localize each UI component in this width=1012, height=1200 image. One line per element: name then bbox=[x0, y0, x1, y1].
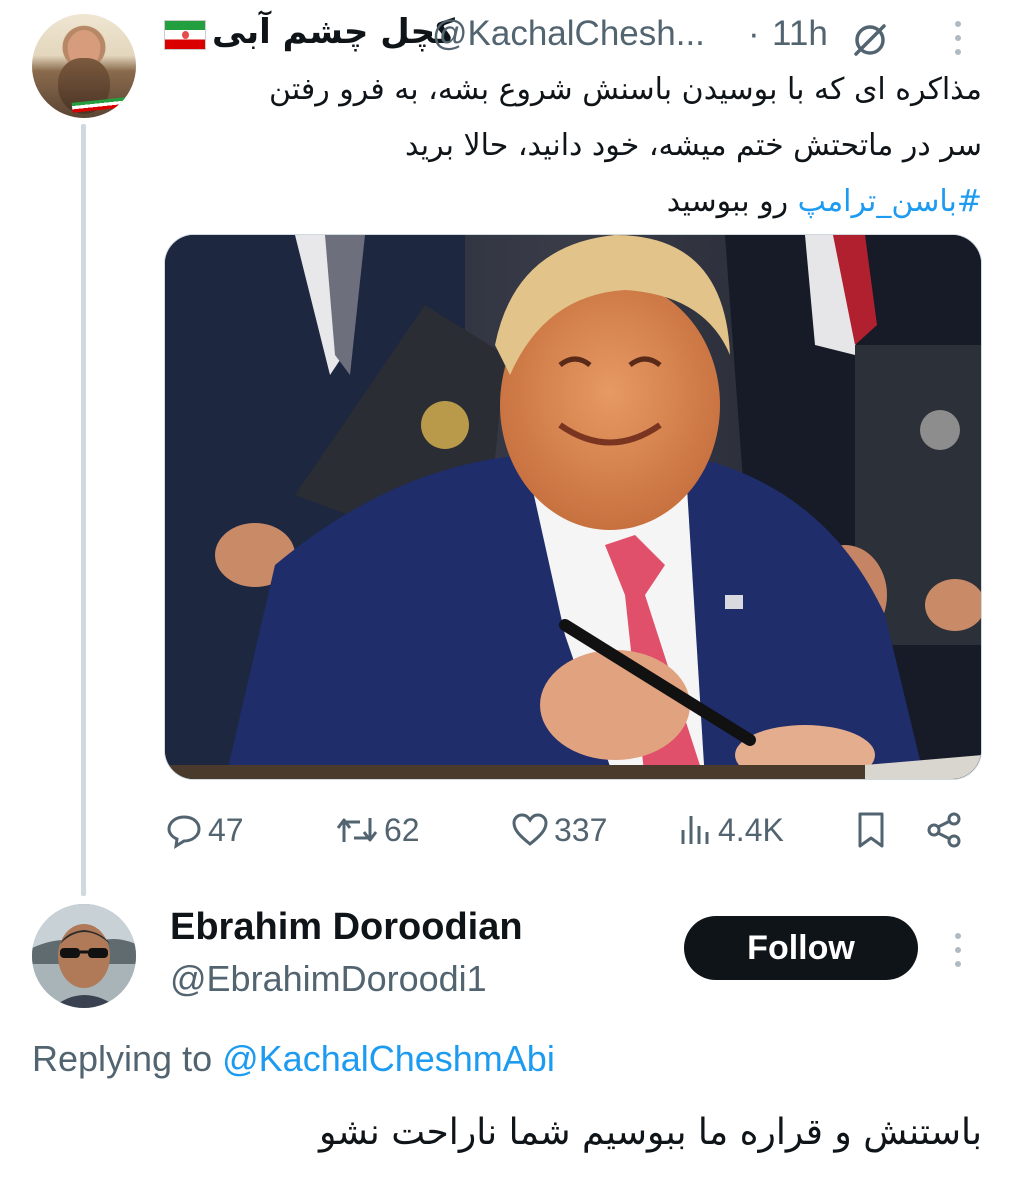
iran-flag-icon bbox=[164, 20, 206, 50]
reply-icon bbox=[167, 815, 201, 849]
bookmark-icon bbox=[858, 812, 884, 848]
grok-icon[interactable] bbox=[850, 20, 890, 60]
bookmark-button[interactable] bbox=[854, 800, 888, 860]
more-options-icon[interactable] bbox=[950, 930, 966, 970]
author-avatar[interactable] bbox=[32, 14, 136, 118]
author-handle[interactable]: @KachalChesh... bbox=[432, 14, 705, 54]
thread-line bbox=[81, 124, 86, 896]
like-button[interactable]: 337 bbox=[510, 800, 607, 860]
repost-icon bbox=[336, 818, 378, 842]
replying-to-mention[interactable]: @KachalCheshmAbi bbox=[222, 1038, 555, 1079]
share-icon bbox=[927, 812, 961, 848]
views-button[interactable]: 4.4K bbox=[678, 800, 784, 860]
tweet-text-line: مذاکره ای که با بوسیدن باسنش شروع بشه، ب… bbox=[269, 72, 982, 107]
follow-button[interactable]: Follow bbox=[684, 916, 918, 980]
repost-count: 62 bbox=[384, 811, 420, 848]
author-display-name[interactable]: کچل چشم آبی bbox=[212, 12, 455, 52]
tweet-text-line-3: #باسن_ترامپ رو ببوسید bbox=[180, 174, 982, 230]
replying-prefix: Replying to bbox=[32, 1038, 213, 1079]
views-icon bbox=[681, 816, 709, 844]
tweet-actions: 47 62 337 4.4K bbox=[164, 800, 982, 860]
views-count: 4.4K bbox=[718, 811, 784, 848]
repost-button[interactable]: 62 bbox=[334, 800, 420, 860]
reply-button[interactable]: 47 bbox=[164, 800, 244, 860]
more-options-icon[interactable] bbox=[950, 18, 966, 58]
replying-to: Replying to @KachalCheshmAbi bbox=[32, 1038, 555, 1080]
reply-author-handle[interactable]: @EbrahimDoroodi1 bbox=[170, 958, 487, 1000]
tweet-text-tail: رو ببوسید bbox=[666, 184, 789, 219]
hashtag-link[interactable]: #باسن_ترامپ bbox=[798, 184, 982, 219]
heart-icon bbox=[512, 813, 548, 846]
tweet-text: مذاکره ای که با بوسیدن باسنش شروع بشه، ب… bbox=[180, 62, 982, 230]
like-count: 337 bbox=[554, 811, 608, 848]
share-button[interactable] bbox=[924, 800, 964, 860]
tweet-text-line: سر در ماتحتش ختم میشه، خود دانید، حالا ب… bbox=[405, 128, 982, 163]
reply-text: باستنش و قراره ما ببوسیم شما ناراحت نشو bbox=[319, 1112, 982, 1153]
tweet-photo[interactable] bbox=[164, 234, 982, 780]
reply-author-name[interactable]: Ebrahim Doroodian bbox=[170, 906, 523, 949]
reply-count: 47 bbox=[208, 811, 244, 848]
reply-author-avatar[interactable] bbox=[32, 904, 136, 1008]
tweet-timestamp[interactable]: 11h bbox=[772, 14, 828, 54]
photo-illustration bbox=[165, 235, 981, 779]
separator-dot: · bbox=[748, 14, 760, 53]
avatar-photo bbox=[32, 904, 136, 1008]
